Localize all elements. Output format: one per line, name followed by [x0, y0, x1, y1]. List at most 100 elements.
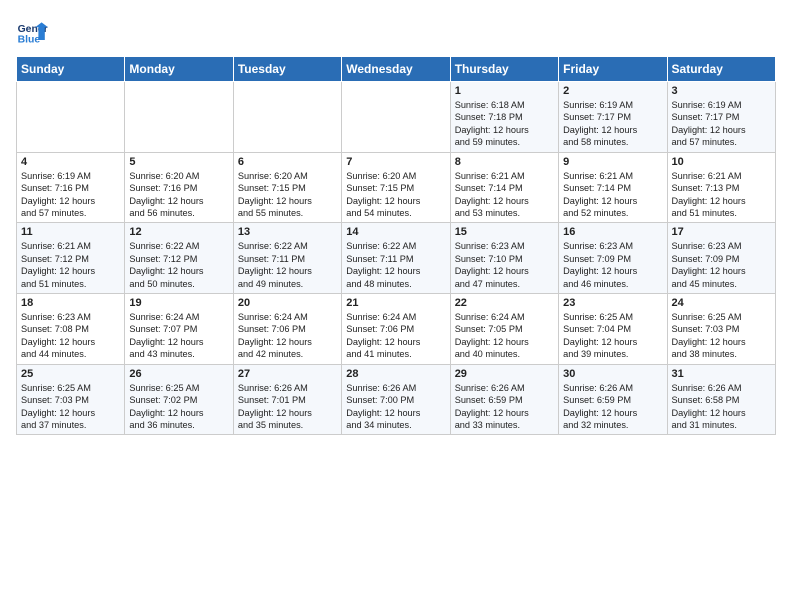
day-content: Sunrise: 6:24 AM Sunset: 7:07 PM Dayligh…	[129, 311, 228, 361]
day-content: Sunrise: 6:25 AM Sunset: 7:03 PM Dayligh…	[672, 311, 771, 361]
day-number: 1	[455, 85, 554, 97]
day-number: 15	[455, 226, 554, 238]
calendar-cell: 14 Sunrise: 6:22 AM Sunset: 7:11 PM Dayli…	[342, 223, 450, 294]
day-number: 5	[129, 156, 228, 168]
page-header: General Blue	[16, 16, 776, 48]
day-content: Sunrise: 6:25 AM Sunset: 7:04 PM Dayligh…	[563, 311, 662, 361]
calendar-cell	[125, 82, 233, 153]
calendar-week-row: 1 Sunrise: 6:18 AM Sunset: 7:18 PM Daylig…	[17, 82, 776, 153]
day-content: Sunrise: 6:22 AM Sunset: 7:11 PM Dayligh…	[346, 240, 445, 290]
day-number: 2	[563, 85, 662, 97]
logo: General Blue	[16, 16, 52, 48]
calendar-cell: 10 Sunrise: 6:21 AM Sunset: 7:13 PM Dayli…	[667, 152, 775, 223]
day-number: 16	[563, 226, 662, 238]
day-number: 21	[346, 297, 445, 309]
day-number: 13	[238, 226, 337, 238]
calendar-week-row: 11 Sunrise: 6:21 AM Sunset: 7:12 PM Dayli…	[17, 223, 776, 294]
day-content: Sunrise: 6:21 AM Sunset: 7:13 PM Dayligh…	[672, 170, 771, 220]
day-content: Sunrise: 6:25 AM Sunset: 7:02 PM Dayligh…	[129, 382, 228, 432]
day-number: 17	[672, 226, 771, 238]
day-content: Sunrise: 6:21 AM Sunset: 7:12 PM Dayligh…	[21, 240, 120, 290]
day-content: Sunrise: 6:24 AM Sunset: 7:05 PM Dayligh…	[455, 311, 554, 361]
day-number: 22	[455, 297, 554, 309]
day-content: Sunrise: 6:25 AM Sunset: 7:03 PM Dayligh…	[21, 382, 120, 432]
weekday-header-row: SundayMondayTuesdayWednesdayThursdayFrid…	[17, 57, 776, 82]
calendar-week-row: 25 Sunrise: 6:25 AM Sunset: 7:03 PM Dayli…	[17, 364, 776, 435]
day-content: Sunrise: 6:23 AM Sunset: 7:09 PM Dayligh…	[672, 240, 771, 290]
logo-icon: General Blue	[16, 16, 48, 48]
calendar-cell: 21 Sunrise: 6:24 AM Sunset: 7:06 PM Dayli…	[342, 294, 450, 365]
day-number: 25	[21, 368, 120, 380]
weekday-header: Saturday	[667, 57, 775, 82]
calendar-cell: 8 Sunrise: 6:21 AM Sunset: 7:14 PM Daylig…	[450, 152, 558, 223]
day-content: Sunrise: 6:22 AM Sunset: 7:11 PM Dayligh…	[238, 240, 337, 290]
calendar-cell: 15 Sunrise: 6:23 AM Sunset: 7:10 PM Dayli…	[450, 223, 558, 294]
calendar-cell: 27 Sunrise: 6:26 AM Sunset: 7:01 PM Dayli…	[233, 364, 341, 435]
day-number: 18	[21, 297, 120, 309]
day-content: Sunrise: 6:20 AM Sunset: 7:15 PM Dayligh…	[346, 170, 445, 220]
day-content: Sunrise: 6:21 AM Sunset: 7:14 PM Dayligh…	[563, 170, 662, 220]
day-content: Sunrise: 6:24 AM Sunset: 7:06 PM Dayligh…	[346, 311, 445, 361]
calendar-cell: 24 Sunrise: 6:25 AM Sunset: 7:03 PM Dayli…	[667, 294, 775, 365]
day-content: Sunrise: 6:20 AM Sunset: 7:15 PM Dayligh…	[238, 170, 337, 220]
day-number: 20	[238, 297, 337, 309]
day-content: Sunrise: 6:24 AM Sunset: 7:06 PM Dayligh…	[238, 311, 337, 361]
day-content: Sunrise: 6:19 AM Sunset: 7:16 PM Dayligh…	[21, 170, 120, 220]
calendar-cell: 30Sunrise: 6:26 AM Sunset: 6:59 PM Dayli…	[559, 364, 667, 435]
day-number: 14	[346, 226, 445, 238]
day-content: Sunrise: 6:26 AM Sunset: 6:59 PM Dayligh…	[455, 382, 554, 432]
calendar-cell: 6 Sunrise: 6:20 AM Sunset: 7:15 PM Daylig…	[233, 152, 341, 223]
calendar-cell: 4 Sunrise: 6:19 AM Sunset: 7:16 PM Daylig…	[17, 152, 125, 223]
calendar-cell: 2 Sunrise: 6:19 AM Sunset: 7:17 PM Daylig…	[559, 82, 667, 153]
day-content: Sunrise: 6:26 AM Sunset: 7:00 PM Dayligh…	[346, 382, 445, 432]
weekday-header: Tuesday	[233, 57, 341, 82]
day-content: Sunrise: 6:18 AM Sunset: 7:18 PM Dayligh…	[455, 99, 554, 149]
day-number: 7	[346, 156, 445, 168]
day-content: Sunrise: 6:19 AM Sunset: 7:17 PM Dayligh…	[672, 99, 771, 149]
day-number: 11	[21, 226, 120, 238]
day-content: Sunrise: 6:19 AM Sunset: 7:17 PM Dayligh…	[563, 99, 662, 149]
day-content: Sunrise: 6:26 AM Sunset: 7:01 PM Dayligh…	[238, 382, 337, 432]
day-number: 30	[563, 368, 662, 380]
calendar-cell: 19 Sunrise: 6:24 AM Sunset: 7:07 PM Dayli…	[125, 294, 233, 365]
day-number: 24	[672, 297, 771, 309]
day-number: 28	[346, 368, 445, 380]
calendar-cell: 28 Sunrise: 6:26 AM Sunset: 7:00 PM Dayli…	[342, 364, 450, 435]
day-number: 10	[672, 156, 771, 168]
day-number: 23	[563, 297, 662, 309]
calendar-cell: 3 Sunrise: 6:19 AM Sunset: 7:17 PM Daylig…	[667, 82, 775, 153]
weekday-header: Thursday	[450, 57, 558, 82]
calendar-cell: 11 Sunrise: 6:21 AM Sunset: 7:12 PM Dayli…	[17, 223, 125, 294]
day-number: 31	[672, 368, 771, 380]
day-number: 27	[238, 368, 337, 380]
calendar-cell: 22 Sunrise: 6:24 AM Sunset: 7:05 PM Dayli…	[450, 294, 558, 365]
calendar-cell: 26Sunrise: 6:25 AM Sunset: 7:02 PM Dayli…	[125, 364, 233, 435]
day-content: Sunrise: 6:20 AM Sunset: 7:16 PM Dayligh…	[129, 170, 228, 220]
calendar-cell: 29 Sunrise: 6:26 AM Sunset: 6:59 PM Dayli…	[450, 364, 558, 435]
day-content: Sunrise: 6:23 AM Sunset: 7:09 PM Dayligh…	[563, 240, 662, 290]
calendar-cell	[17, 82, 125, 153]
calendar-cell: 5 Sunrise: 6:20 AM Sunset: 7:16 PM Daylig…	[125, 152, 233, 223]
day-content: Sunrise: 6:21 AM Sunset: 7:14 PM Dayligh…	[455, 170, 554, 220]
day-content: Sunrise: 6:23 AM Sunset: 7:08 PM Dayligh…	[21, 311, 120, 361]
day-content: Sunrise: 6:23 AM Sunset: 7:10 PM Dayligh…	[455, 240, 554, 290]
calendar-cell: 1 Sunrise: 6:18 AM Sunset: 7:18 PM Daylig…	[450, 82, 558, 153]
calendar-cell	[342, 82, 450, 153]
day-content: Sunrise: 6:22 AM Sunset: 7:12 PM Dayligh…	[129, 240, 228, 290]
day-number: 8	[455, 156, 554, 168]
day-number: 6	[238, 156, 337, 168]
day-content: Sunrise: 6:26 AM Sunset: 6:58 PM Dayligh…	[672, 382, 771, 432]
calendar-week-row: 18 Sunrise: 6:23 AM Sunset: 7:08 PM Dayli…	[17, 294, 776, 365]
weekday-header: Sunday	[17, 57, 125, 82]
weekday-header: Wednesday	[342, 57, 450, 82]
day-number: 19	[129, 297, 228, 309]
day-number: 3	[672, 85, 771, 97]
day-number: 9	[563, 156, 662, 168]
calendar-cell: 9 Sunrise: 6:21 AM Sunset: 7:14 PM Daylig…	[559, 152, 667, 223]
day-number: 29	[455, 368, 554, 380]
calendar-table: SundayMondayTuesdayWednesdayThursdayFrid…	[16, 56, 776, 435]
calendar-cell: 31 Sunrise: 6:26 AM Sunset: 6:58 PM Dayli…	[667, 364, 775, 435]
calendar-cell: 17 Sunrise: 6:23 AM Sunset: 7:09 PM Dayli…	[667, 223, 775, 294]
day-number: 12	[129, 226, 228, 238]
day-number: 4	[21, 156, 120, 168]
